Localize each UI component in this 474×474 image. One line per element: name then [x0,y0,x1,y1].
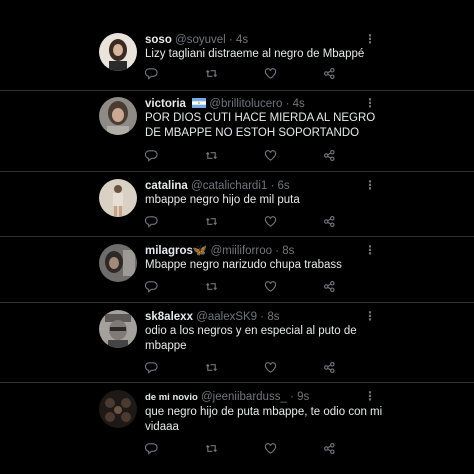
tweet-header: soso @soyuvel · 4s [145,33,248,47]
timestamp[interactable]: 8s [282,245,294,257]
separator: · [260,311,265,323]
retweet-icon[interactable] [205,215,219,229]
like-icon[interactable] [264,149,278,163]
like-icon[interactable] [264,361,278,375]
divider [0,236,474,237]
tweet-header: victoria @brillitolucero · 4s [145,97,305,112]
timestamp[interactable]: 8s [267,311,279,323]
timestamp[interactable]: 4s [293,98,305,110]
display-name[interactable]: catalina [145,180,188,192]
divider [0,382,474,383]
display-name[interactable]: victoria [145,98,186,110]
tweet-text: POR DIOS CUTI HACE MIERDA AL NEGRO DE MB… [145,112,376,139]
avatar[interactable] [99,33,137,71]
divider [0,90,474,91]
tweet-actions [145,149,345,163]
share-icon[interactable] [323,215,337,229]
display-name[interactable]: soso [145,34,172,46]
like-icon[interactable] [264,280,278,294]
reply-icon[interactable] [145,67,159,81]
share-icon[interactable] [323,361,337,375]
tweet-actions [145,215,345,229]
tweet-text: mbappe negro hijo de mil puta [145,194,300,206]
reply-icon[interactable] [145,280,159,294]
timestamp[interactable]: 6s [278,180,290,192]
separator: · [290,391,294,403]
reply-icon[interactable] [145,149,159,163]
tweet-text: odio a los negros y en especial al puto … [145,325,357,352]
tweet-feed: soso @soyuvel · 4s ⋮ Lizy tagliani distr… [0,0,474,474]
retweet-icon[interactable] [205,149,219,163]
more-dots-icon[interactable]: ⋮ [364,243,376,257]
share-icon[interactable] [323,67,337,81]
avatar[interactable] [99,310,137,348]
tweet-text: Lizy tagliani distraeme al negro de Mbap… [145,48,365,60]
tweet-actions [145,361,345,375]
reply-icon[interactable] [145,442,159,456]
separator: · [228,34,233,46]
reply-icon[interactable] [145,215,159,229]
separator: · [275,245,280,257]
divider [0,302,474,303]
argentina-flag-icon [192,98,207,112]
more-dots-icon[interactable]: ⋮ [364,309,376,323]
handle[interactable]: @miiliforroo [210,245,272,257]
more-dots-icon[interactable]: ⋮ [364,32,376,46]
tweet-header: de mi novio @jeeniibarduss_ · 9s [145,390,309,405]
separator: · [270,180,275,192]
handle[interactable]: @catalichardi1 [191,180,267,192]
avatar[interactable] [99,390,137,428]
retweet-icon[interactable] [205,442,219,456]
retweet-icon[interactable] [205,361,219,375]
handle[interactable]: @brillitolucero [209,98,282,110]
tweet-header: sk8alexx @aalexSK9 · 8s [145,310,279,324]
like-icon[interactable] [264,67,278,81]
more-dots-icon[interactable]: ⋮ [364,96,376,110]
handle[interactable]: @soyuvel [175,34,226,46]
tweet-actions [145,442,345,456]
display-name[interactable]: de mi novio [145,392,198,403]
display-name[interactable]: milagros🦋 [145,245,207,257]
divider [0,171,474,172]
share-icon[interactable] [323,280,337,294]
separator: · [285,98,290,110]
more-dots-icon[interactable]: ⋮ [364,389,376,403]
timestamp[interactable]: 4s [236,34,248,46]
share-icon[interactable] [323,149,337,163]
handle[interactable]: @jeeniibarduss_ [201,391,287,403]
timestamp[interactable]: 9s [297,391,309,403]
reply-icon[interactable] [145,361,159,375]
display-name[interactable]: sk8alexx [145,311,193,323]
tweet-text: Mbappe negro narizudo chupa trabass [145,259,342,271]
avatar[interactable] [99,97,137,135]
avatar[interactable] [99,179,137,217]
more-dots-icon[interactable]: ⋮ [364,178,376,192]
tweet-actions [145,280,345,294]
tweet-header: catalina @catalichardi1 · 6s [145,179,290,193]
avatar[interactable] [99,244,137,282]
like-icon[interactable] [264,442,278,456]
retweet-icon[interactable] [205,280,219,294]
share-icon[interactable] [323,442,337,456]
tweet-text: que negro hijo de puta mbappe, te odio c… [145,406,383,433]
tweet-actions [145,67,345,81]
like-icon[interactable] [264,215,278,229]
handle[interactable]: @aalexSK9 [196,311,257,323]
tweet-header: milagros🦋 @miiliforroo · 8s [145,244,294,258]
retweet-icon[interactable] [205,67,219,81]
